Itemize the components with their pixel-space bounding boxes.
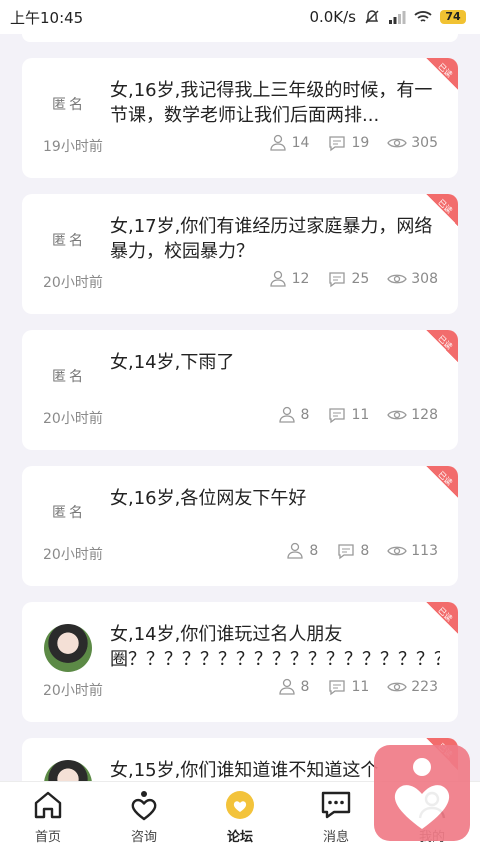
post-time: 20小时前: [43, 411, 103, 427]
network-speed: 0.0K/s: [309, 8, 356, 26]
like-person-icon: [278, 406, 295, 423]
like-stat[interactable]: 8: [285, 542, 318, 560]
anonymous-label: 匿名: [52, 369, 86, 385]
status-time: 上午10:45: [10, 8, 84, 27]
post-card[interactable]: 已读 匿名 女,16岁,我记得我上三年级的时候，有一节课，数学老师让我们后面两排…: [22, 58, 458, 178]
post-time: 20小时前: [43, 547, 103, 563]
like-person-icon: [287, 542, 304, 559]
post-card[interactable]: 已读 女,14岁,你们谁玩过名人朋友圈？？？？？？？？？？？？？？？？？？？？？…: [22, 602, 458, 722]
wifi-icon: [414, 11, 432, 22]
message-icon: [321, 791, 351, 819]
avatar[interactable]: [44, 760, 92, 781]
post-stats: 12 25 308: [268, 270, 438, 288]
comment-stat[interactable]: 19: [327, 134, 369, 152]
tab-home[interactable]: 首页: [0, 782, 96, 853]
comment-stat[interactable]: 25: [327, 270, 369, 288]
view-stat: 128: [387, 406, 438, 424]
tab-consult[interactable]: 咨询: [96, 782, 192, 853]
eye-icon: [387, 138, 408, 148]
post-title[interactable]: 女,16岁,我记得我上三年级的时候，有一节课，数学老师让我们后面两排...: [110, 78, 440, 128]
like-stat[interactable]: 8: [277, 678, 309, 696]
previous-card-stub: [22, 34, 458, 42]
post-time: 20小时前: [43, 275, 103, 291]
view-stat: 308: [387, 270, 438, 288]
post-stats: 14 19 305: [268, 134, 438, 152]
comment-icon: [329, 408, 346, 424]
status-icons: 0.0K/s 74: [309, 8, 466, 26]
post-title[interactable]: 女,17岁,你们有谁经历过家庭暴力，网络暴力，校园暴力？: [110, 214, 440, 264]
post-time: 19小时前: [43, 139, 103, 155]
comment-icon: [329, 136, 346, 152]
anonymous-label: 匿名: [52, 233, 86, 249]
signal-icon: [389, 11, 406, 24]
eye-icon: [387, 274, 408, 284]
anonymous-label: 匿名: [52, 505, 86, 521]
anonymous-label: 匿名: [52, 97, 86, 113]
view-stat: 113: [387, 542, 438, 560]
comment-stat[interactable]: 11: [327, 678, 369, 696]
post-time: 20小时前: [43, 683, 103, 699]
post-stats: 8 11 223: [277, 678, 438, 696]
battery-indicator: 74: [440, 10, 466, 24]
eye-icon: [387, 682, 408, 692]
tab-messages[interactable]: 消息: [288, 782, 384, 853]
like-person-icon: [278, 678, 295, 695]
post-title[interactable]: 女,14岁,你们谁玩过名人朋友圈？？？？？？？？？？？？？？？？？？？？？...: [110, 622, 440, 672]
view-stat: 305: [387, 134, 438, 152]
post-card[interactable]: 已读 匿名 女,17岁,你们有谁经历过家庭暴力，网络暴力，校园暴力？ 20小时前…: [22, 194, 458, 314]
post-stats: 8 11 128: [277, 406, 438, 424]
like-person-icon: [269, 134, 286, 151]
heart-person-icon: [394, 758, 450, 829]
comment-icon: [329, 272, 346, 288]
like-stat[interactable]: 14: [268, 134, 309, 152]
forum-icon: [226, 791, 254, 819]
like-person-icon: [269, 270, 286, 287]
eye-icon: [387, 410, 408, 420]
post-card[interactable]: 已读 匿名 女,14岁,下雨了 20小时前 8 11 128: [22, 330, 458, 450]
floating-heart-button[interactable]: [374, 745, 470, 841]
comment-icon: [338, 544, 354, 560]
eye-icon: [387, 546, 408, 556]
avatar[interactable]: [44, 624, 92, 672]
comment-stat[interactable]: 11: [327, 406, 369, 424]
mute-bell-icon: [365, 10, 379, 24]
status-bar: 上午10:45 0.0K/s 74: [0, 0, 480, 34]
like-stat[interactable]: 12: [268, 270, 309, 288]
view-stat: 223: [387, 678, 438, 696]
like-stat[interactable]: 8: [277, 406, 309, 424]
tab-forum[interactable]: 论坛: [192, 782, 288, 853]
comment-stat[interactable]: 8: [336, 542, 369, 560]
home-icon: [34, 791, 62, 819]
post-card[interactable]: 已读 匿名 女,16岁,各位网友下午好 20小时前 8 8 113: [22, 466, 458, 586]
post-title[interactable]: 女,14岁,下雨了: [110, 350, 440, 375]
post-title[interactable]: 女,16岁,各位网友下午好: [110, 486, 440, 511]
post-stats: 8 8 113: [285, 542, 438, 560]
heart-person-icon: [131, 791, 157, 821]
comment-icon: [329, 680, 346, 696]
forum-feed[interactable]: 已读 匿名 女,16岁,我记得我上三年级的时候，有一节课，数学老师让我们后面两排…: [0, 34, 480, 781]
